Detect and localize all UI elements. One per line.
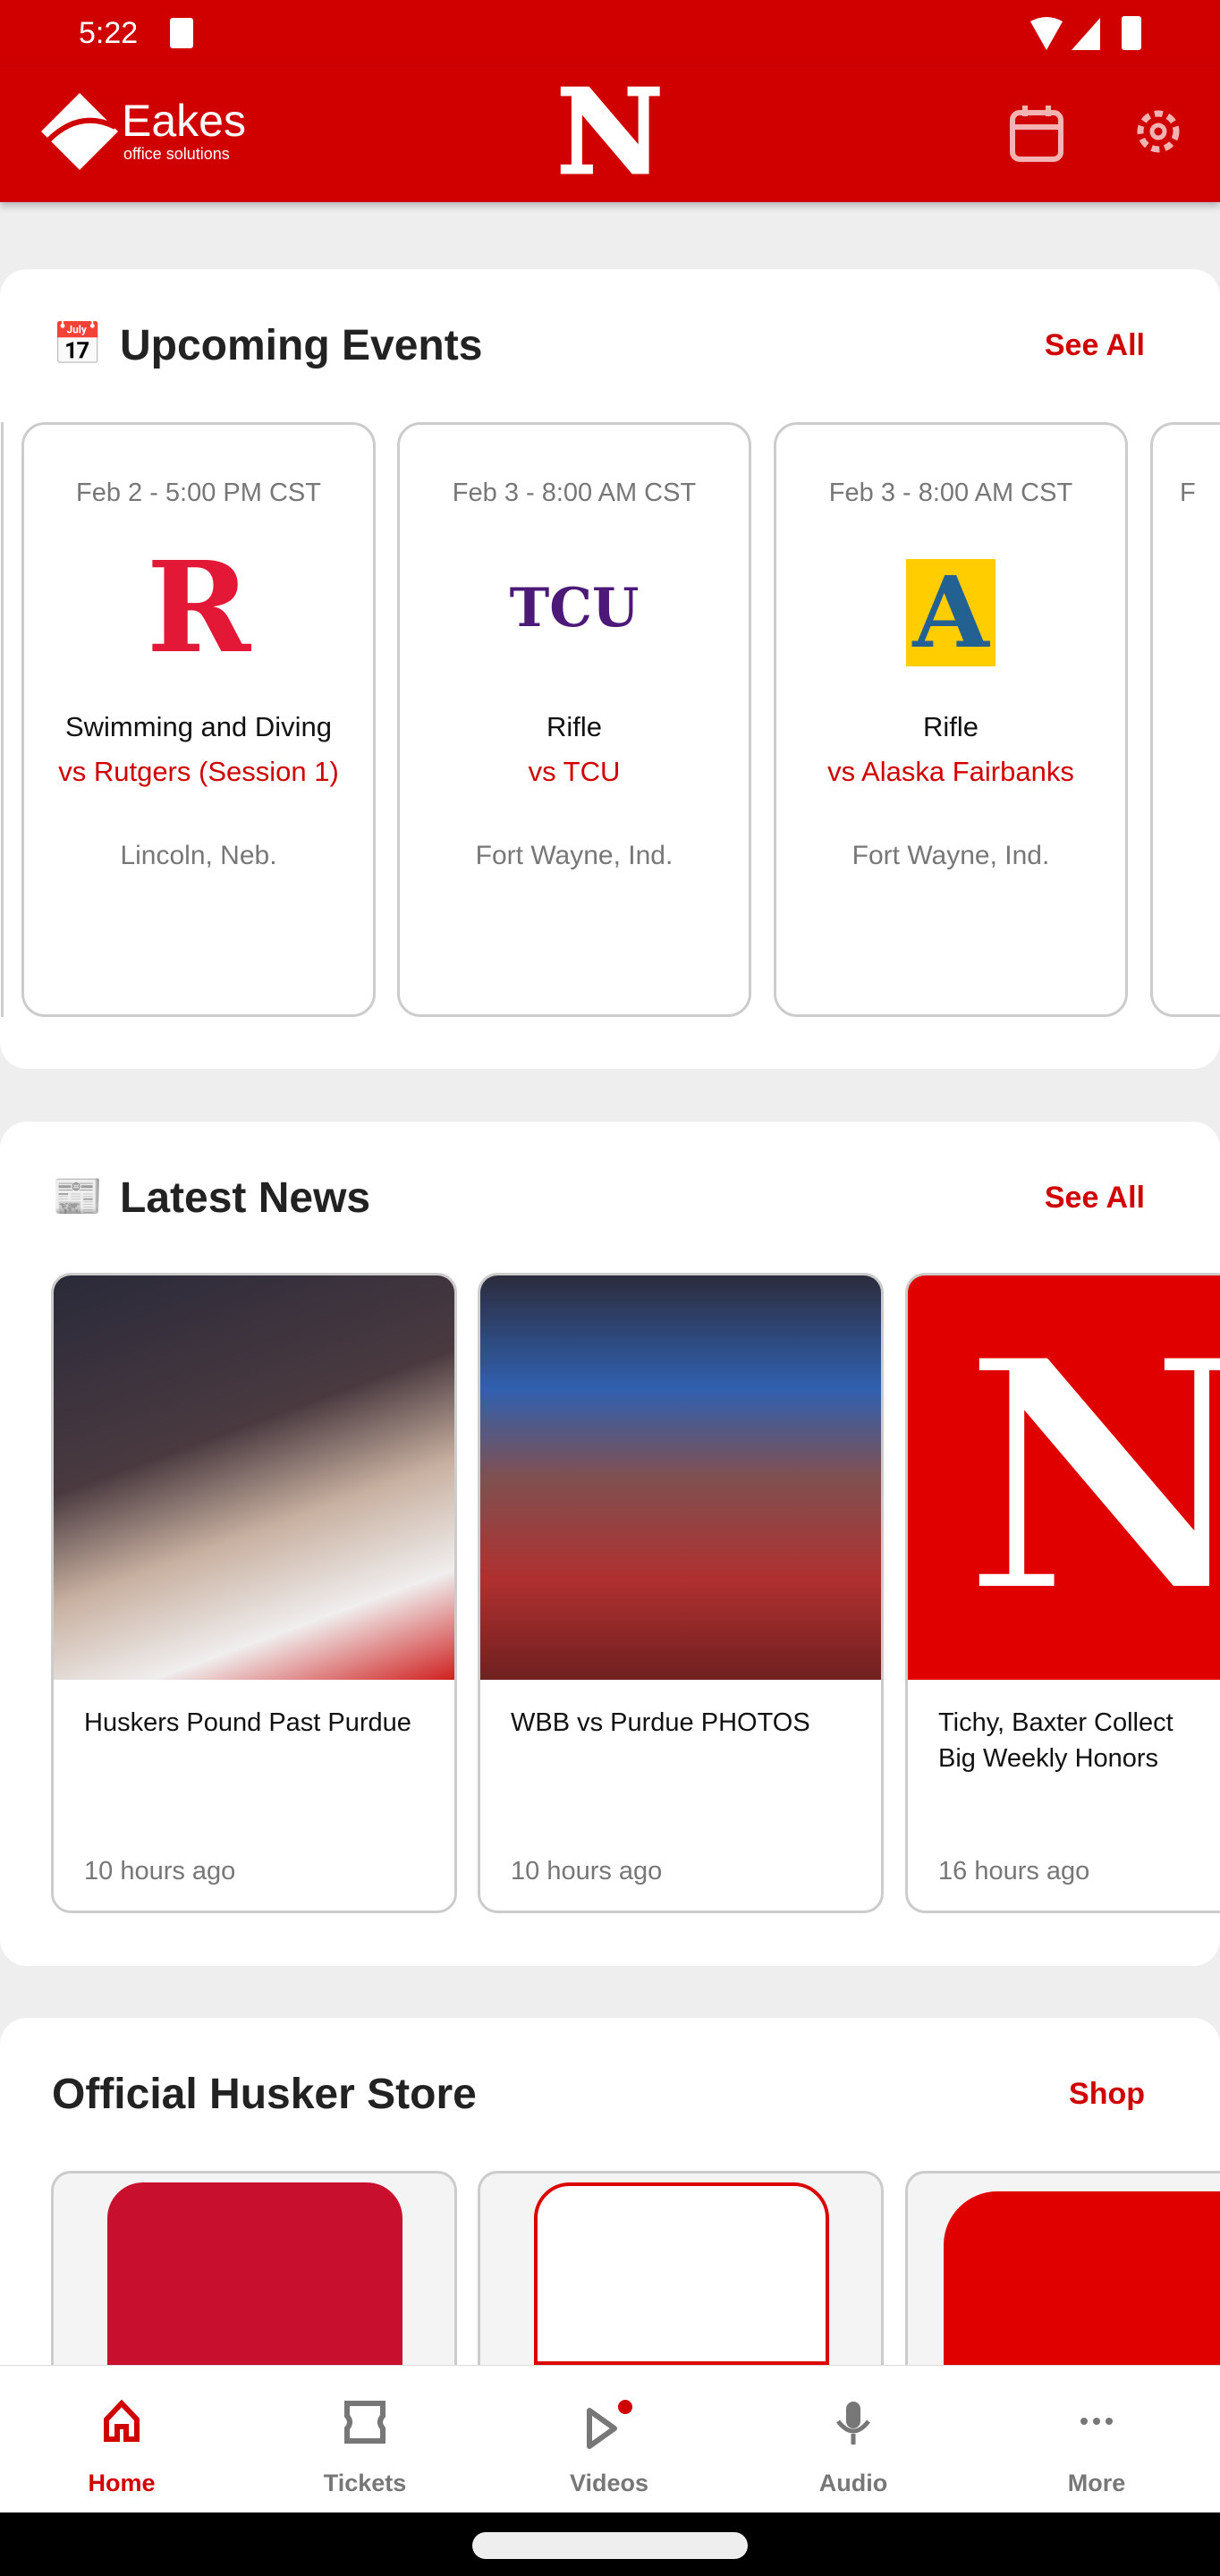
product-image (107, 2182, 402, 2365)
alaska-fairbanks-logo: A (906, 559, 995, 666)
product-image (534, 2182, 829, 2365)
event-opponent: vs Alaska Fairbanks (827, 756, 1074, 787)
battery-icon (1122, 16, 1141, 50)
ticket-icon (344, 2401, 385, 2444)
section-title: Latest News (120, 1174, 371, 1222)
event-date: Feb 3 - 8:00 AM CST (452, 479, 697, 507)
nav-label: Audio (818, 2470, 888, 2496)
event-date: Feb 3 - 8:00 AM CST (828, 479, 1073, 507)
nav-audio[interactable]: Audio (732, 2366, 975, 2513)
news-card[interactable]: N Tichy, Baxter Collect Big Weekly Honor… (905, 1273, 1220, 1913)
event-sport: Rifle (546, 711, 602, 742)
section-title: Upcoming Events (120, 322, 483, 369)
event-opponent: vs TCU (528, 756, 621, 787)
team-logo[interactable]: N (555, 72, 665, 191)
home-icon (104, 2400, 140, 2442)
news-title: Tichy, Baxter Collect Big Weekly Honors (938, 1708, 1173, 1773)
event-date: F (1180, 479, 1196, 507)
event-card[interactable]: Feb 3 - 8:00 AM CST A Rifle vs Alaska Fa… (774, 422, 1128, 1017)
news-image (54, 1275, 454, 1680)
more-icon (1080, 2418, 1113, 2425)
news-image: N (908, 1275, 1220, 1680)
notification-dot (618, 2400, 632, 2414)
nav-label: Home (88, 2470, 156, 2496)
clock: 5:22 (79, 16, 139, 50)
news-image (480, 1275, 881, 1680)
sd-card-icon (170, 18, 193, 48)
nebraska-n-logo: N (958, 1312, 1220, 1641)
calendar-emoji-icon: 📅 (52, 320, 104, 367)
event-card[interactable]: Feb 2 - 5:00 PM CST R Swimming and Divin… (21, 422, 376, 1017)
event-location: Fort Wayne, Ind. (851, 841, 1050, 870)
shop-link[interactable]: Shop (1069, 2077, 1145, 2112)
news-time: 10 hours ago (84, 1857, 236, 1885)
news-card[interactable]: WBB vs Purdue PHOTOS 10 hours ago (478, 1273, 884, 1913)
sponsor-logo[interactable]: Eakes office solutions (39, 91, 263, 172)
event-date: Feb 2 - 5:00 PM CST (76, 479, 321, 507)
tcu-logo: TCU (509, 577, 640, 640)
product-image (944, 2191, 1220, 2365)
news-time: 10 hours ago (511, 1857, 663, 1885)
gear-icon[interactable] (1131, 104, 1186, 159)
nav-tickets[interactable]: Tickets (243, 2366, 487, 2513)
signal-icon (1072, 18, 1100, 50)
event-sport: Rifle (922, 711, 979, 742)
nav-home[interactable]: Home (0, 2366, 243, 2513)
news-title: Huskers Pound Past Purdue (84, 1708, 411, 1737)
news-time: 16 hours ago (938, 1857, 1090, 1885)
event-card-partial[interactable]: F (1150, 422, 1220, 1017)
system-navigation-bar (0, 2512, 1220, 2576)
home-gesture-handle[interactable] (472, 2532, 748, 2559)
event-card-partial-left (0, 422, 4, 1017)
news-card[interactable]: Huskers Pound Past Purdue 10 hours ago (51, 1273, 457, 1913)
event-location: Fort Wayne, Ind. (475, 841, 674, 870)
product-card[interactable] (51, 2171, 457, 2365)
event-location: Lincoln, Neb. (120, 841, 277, 870)
news-title: WBB vs Purdue PHOTOS (511, 1708, 810, 1737)
app-header: Eakes office solutions N (0, 66, 1220, 202)
nav-label: Videos (569, 2470, 649, 2496)
section-title: Official Husker Store (52, 2071, 477, 2118)
calendar-icon[interactable] (1009, 104, 1064, 163)
play-icon (587, 2400, 632, 2449)
nav-more[interactable]: More (975, 2366, 1218, 2513)
news-see-all-link[interactable]: See All (1045, 1181, 1145, 1216)
wifi-icon (1030, 17, 1063, 50)
nav-videos[interactable]: Videos (487, 2366, 731, 2513)
product-card[interactable] (478, 2171, 884, 2365)
newspaper-icon: 📰 (52, 1173, 104, 1219)
product-card[interactable] (905, 2171, 1220, 2365)
events-see-all-link[interactable]: See All (1045, 328, 1145, 363)
nav-label: Tickets (323, 2470, 407, 2496)
rutgers-logo: R (146, 535, 251, 682)
event-sport: Swimming and Diving (64, 711, 333, 742)
status-bar: 5:22 (0, 0, 1220, 66)
event-opponent: vs Rutgers (Session 1) (58, 756, 339, 787)
nav-label: More (1067, 2470, 1126, 2496)
bottom-navigation: Home Tickets Videos Audio More (0, 2365, 1220, 2512)
microphone-icon (836, 2402, 870, 2445)
event-card[interactable]: Feb 3 - 8:00 AM CST TCU Rifle vs TCU For… (397, 422, 751, 1017)
eakes-logo-icon (41, 93, 118, 170)
